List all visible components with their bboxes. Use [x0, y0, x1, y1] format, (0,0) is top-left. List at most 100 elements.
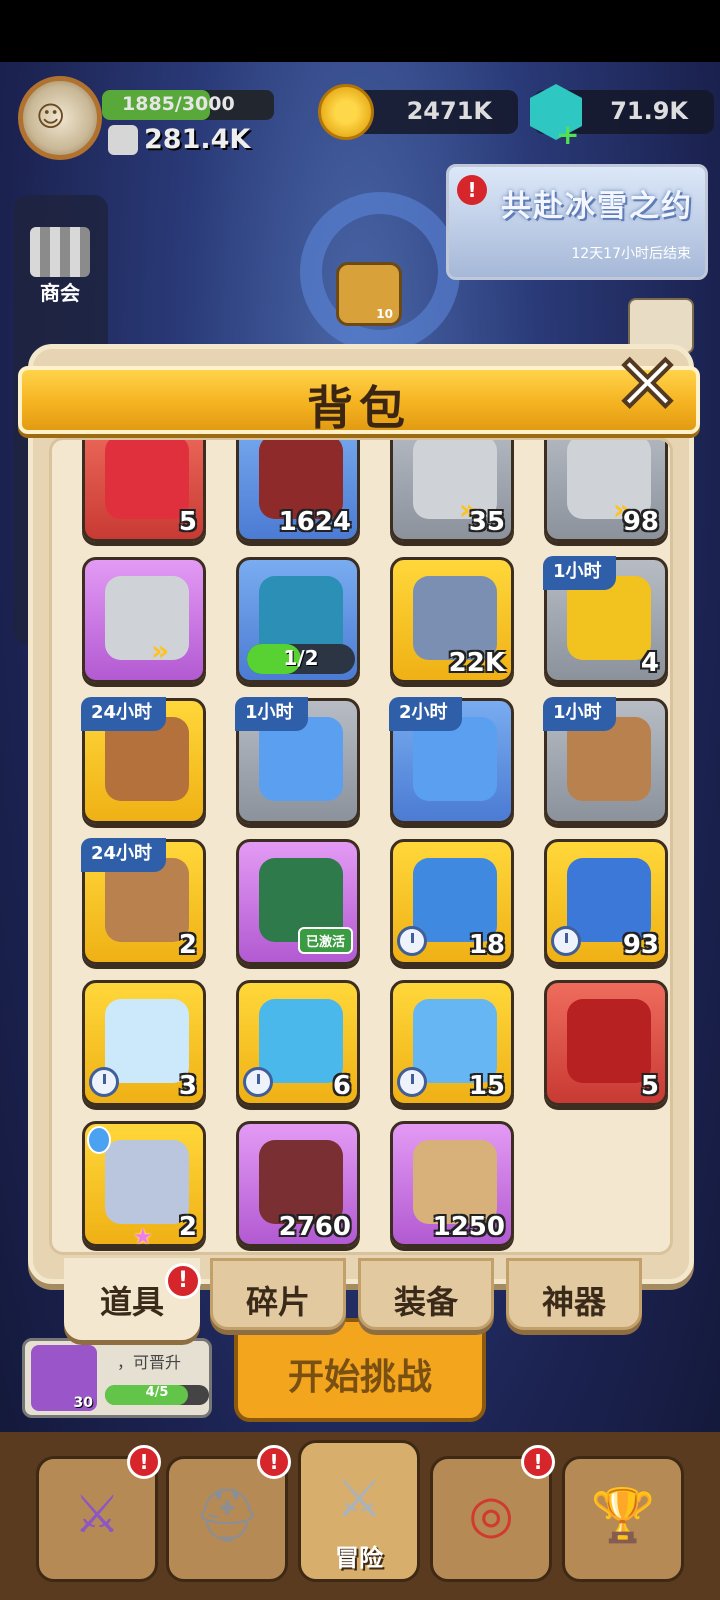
nav-rankings[interactable]: 🏆	[562, 1456, 684, 1582]
inventory-item[interactable]: 已激活	[236, 839, 360, 965]
nav-alert-badge: !	[521, 1445, 555, 1479]
item-count: 35	[468, 507, 505, 537]
hero-upgrade-card[interactable]: 30 ，可晋升 4/5	[22, 1338, 212, 1418]
tab-label: 神器	[541, 1283, 606, 1321]
gold-counter[interactable]: 2471K	[318, 84, 518, 140]
timed-clock-icon	[551, 926, 581, 956]
sword-banner-icon: ⚔	[73, 1485, 121, 1545]
modal-title: 背包	[307, 381, 411, 435]
item-count: 1250	[432, 1212, 505, 1242]
backpack-modal: 5 1624» 35» 98» 1/2 22K 1小时 4 24小时 1小时 2小时 1小时 24小时 2…	[28, 344, 694, 1284]
item-count: 98	[622, 507, 659, 537]
tab-label: 碎片	[245, 1283, 310, 1321]
gold-value: 2471K	[406, 97, 492, 125]
gold-coin-icon	[318, 84, 374, 140]
event-timer: 12天17小时后结束	[571, 246, 691, 262]
nav-alert-badge: !	[127, 1445, 161, 1479]
item-count: 3	[178, 1071, 197, 1101]
inventory-item[interactable]: 5	[82, 440, 206, 542]
event-banner[interactable]: ! 共赴冰雪之约 12天17小时后结束	[446, 164, 708, 280]
item-timer-badge: 2小时	[389, 697, 462, 731]
item-timer-badge: 1小时	[543, 697, 616, 731]
nav-alert-badge: !	[257, 1445, 291, 1479]
inventory-item[interactable]: 3	[82, 980, 206, 1106]
item-count: 22K	[448, 648, 505, 678]
inventory-item[interactable]: » 98	[544, 440, 668, 542]
inventory-item[interactable]: 1小时	[543, 697, 668, 824]
silver-helmet-icon	[105, 1140, 189, 1224]
water-drop-icon	[87, 1126, 111, 1154]
item-timer-badge: 24小时	[81, 838, 167, 872]
nav-equipment[interactable]: ⛑ !	[166, 1445, 291, 1582]
scroll-quest-button[interactable]: 10	[336, 262, 402, 326]
tab-alert-badge: !	[165, 1263, 201, 1299]
trophy-icon: 🏆	[590, 1486, 656, 1546]
close-x-icon: ✕	[612, 338, 683, 431]
inventory-item[interactable]: 24小时	[81, 697, 206, 824]
modal-title-banner: 背包	[18, 366, 700, 435]
timed-clock-icon	[397, 926, 427, 956]
inventory-item[interactable]: 24小时 2	[81, 838, 206, 965]
tab-equipment[interactable]: 装备	[358, 1258, 494, 1330]
red-chest-card-icon	[567, 999, 651, 1083]
inventory-item[interactable]: » 35	[390, 440, 514, 542]
hammer-fast-icon	[105, 576, 189, 660]
hero-progress-bar: 4/5	[105, 1385, 209, 1405]
item-progress-text: 1/2	[283, 646, 319, 670]
close-button[interactable]: ✕	[612, 343, 696, 427]
red-crystal-icon	[105, 440, 189, 519]
alert-icon: !	[457, 175, 487, 205]
inventory-item[interactable]: 1小时 4	[543, 556, 668, 683]
item-count: 2760	[278, 1212, 351, 1242]
shop-label[interactable]: 商会	[40, 277, 80, 306]
tab-fragments[interactable]: 碎片	[210, 1258, 346, 1330]
gem-counter[interactable]: + 71.9K	[530, 84, 714, 151]
tile-reset-icon	[105, 999, 189, 1083]
inventory-item[interactable]: 1624	[236, 440, 360, 542]
item-count: 5	[178, 507, 197, 537]
inventory-item[interactable]: 15	[390, 980, 514, 1106]
gem-value: 71.9K	[610, 97, 688, 125]
item-grid-panel[interactable]: 5 1624» 35» 98» 1/2 22K 1小时 4 24小时 1小时 2小时 1小时 24小时 2…	[49, 437, 673, 1255]
inventory-item[interactable]: ★ 2	[82, 1121, 206, 1250]
tab-items[interactable]: 道具 !	[64, 1258, 201, 1340]
inventory-item[interactable]: 6	[236, 980, 360, 1106]
start-challenge-button[interactable]: 开始挑战	[234, 1318, 486, 1422]
power-display: 281.4K	[108, 124, 250, 155]
hero-upgrade-text: ，可晋升	[117, 1353, 182, 1372]
item-count: 6	[332, 1071, 351, 1101]
tab-artifacts[interactable]: 神器	[506, 1258, 642, 1330]
player-avatar[interactable]: ☺	[6, 70, 114, 170]
inventory-item[interactable]: 2小时	[389, 697, 514, 824]
hero-portrait: 30	[31, 1345, 97, 1411]
item-count: 4	[640, 648, 659, 678]
add-gems-icon[interactable]: +	[556, 118, 579, 151]
item-count: 5	[640, 1071, 659, 1101]
start-challenge-label: 开始挑战	[287, 1357, 432, 1398]
fist-icon	[108, 124, 138, 155]
bottom-navigation: ⚔ ! ⛑ ! ⚔ 冒险 ◎ ! 🏆	[0, 1432, 720, 1600]
power-value: 281.4K	[144, 124, 251, 155]
inventory-item[interactable]: 22K	[390, 557, 514, 683]
inventory-item[interactable]: 2760	[236, 1121, 360, 1247]
hero-progress-text: 4/5	[145, 1385, 169, 1400]
inventory-item[interactable]: »	[82, 557, 206, 683]
inventory-item[interactable]: 1小时	[235, 697, 360, 824]
item-timer-badge: 24小时	[81, 697, 167, 731]
inventory-item[interactable]: 1250	[390, 1121, 514, 1247]
inventory-item[interactable]: 1/2	[236, 557, 360, 683]
timed-clock-icon	[89, 1067, 119, 1097]
nav-missions[interactable]: ◎ !	[430, 1445, 555, 1582]
hero-level: 30	[73, 1395, 93, 1411]
inventory-item[interactable]: 5	[544, 980, 668, 1106]
timed-clock-icon	[243, 1067, 273, 1097]
shop-stall-icon[interactable]	[30, 227, 90, 277]
inventory-item[interactable]: 18	[390, 839, 514, 965]
xp-text: 1885/3000	[122, 93, 235, 115]
nav-heroes[interactable]: ⚔ !	[36, 1445, 161, 1582]
item-count: 93	[622, 930, 659, 960]
nav-adventure[interactable]: ⚔ 冒险	[298, 1440, 420, 1582]
item-count: 15	[468, 1071, 505, 1101]
event-title: 共赴冰雪之约	[501, 189, 693, 224]
inventory-item[interactable]: 93	[544, 839, 668, 965]
